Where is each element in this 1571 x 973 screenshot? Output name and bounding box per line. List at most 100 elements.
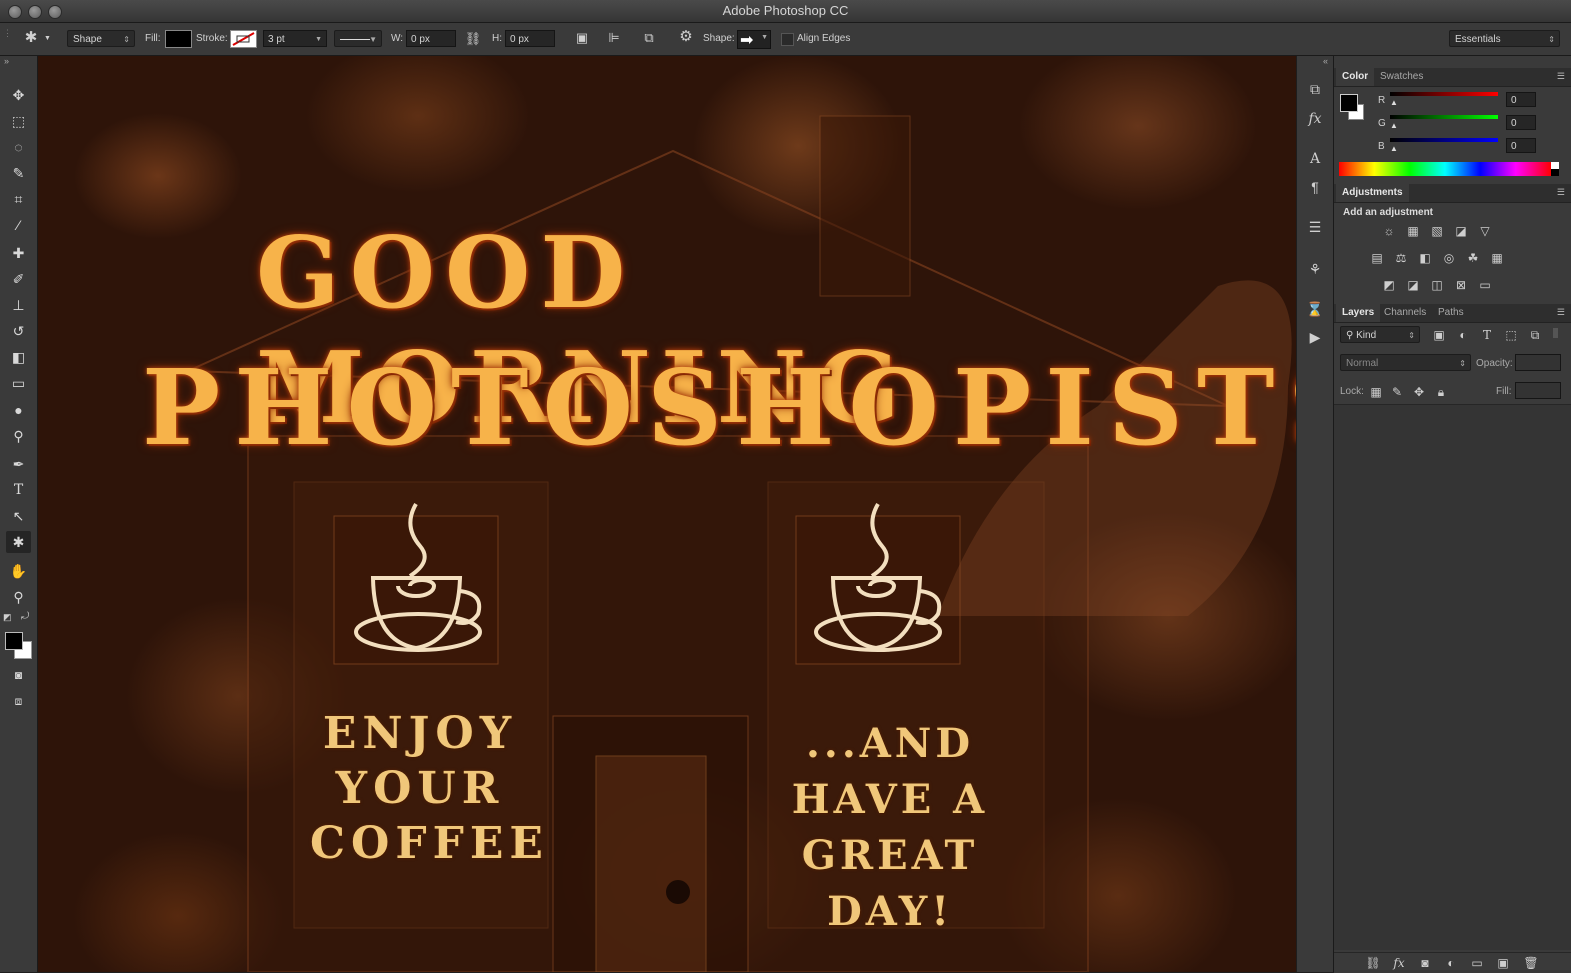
b-slider[interactable]: [1390, 138, 1498, 142]
tool-mode-select[interactable]: Shape ⇕: [67, 30, 135, 47]
expand-panel-icon[interactable]: »: [4, 56, 9, 66]
filter-shape-layers-icon[interactable]: ⬚: [1502, 327, 1520, 343]
new-group-icon[interactable]: ▭: [1468, 955, 1486, 971]
slider-thumb-icon[interactable]: ▲: [1390, 144, 1398, 153]
delete-layer-icon[interactable]: 🗑︎: [1522, 955, 1540, 971]
tool-preset-chevron-down-icon[interactable]: ▼: [44, 31, 51, 47]
align-edges-checkbox[interactable]: [781, 33, 794, 46]
left-message[interactable]: ENJOY YOUR COFFEE: [310, 706, 543, 871]
type-tool-icon[interactable]: T: [6, 479, 31, 501]
hue-saturation-icon[interactable]: ▤: [1368, 250, 1386, 266]
right-message[interactable]: ...AND HAVE A GREAT DAY!: [750, 716, 1030, 940]
layer-filter-kind-select[interactable]: ⚲ Kind ⇕: [1340, 326, 1420, 343]
color-balance-icon[interactable]: ⚖: [1392, 250, 1410, 266]
link-icon[interactable]: ⛓: [464, 31, 482, 47]
add-layer-style-icon[interactable]: fx: [1390, 955, 1408, 971]
spectrum-black[interactable]: [1551, 169, 1559, 176]
filter-pixel-layers-icon[interactable]: ▣: [1430, 327, 1448, 343]
quick-mask-icon[interactable]: ◙: [6, 664, 31, 686]
crop-tool-icon[interactable]: ⌗: [6, 188, 31, 210]
panel-menu-icon[interactable]: ☰: [1557, 187, 1565, 198]
pen-tool-icon[interactable]: ✒: [6, 453, 31, 475]
marquee-tool-icon[interactable]: ⬚: [6, 110, 31, 132]
spectrum-white[interactable]: [1551, 162, 1559, 169]
tab-adjustments[interactable]: Adjustments: [1336, 184, 1409, 202]
screen-mode-icon[interactable]: ⧈: [6, 690, 31, 712]
color-spectrum-ramp[interactable]: [1339, 162, 1551, 176]
gradient-tool-icon[interactable]: ▭: [6, 372, 31, 394]
tab-layers[interactable]: Layers: [1336, 304, 1381, 322]
exposure-icon[interactable]: ◪: [1452, 223, 1470, 239]
stroke-width-field[interactable]: 3 pt ▼: [263, 30, 327, 47]
path-operations-icon[interactable]: ▣: [573, 30, 591, 46]
brightness-contrast-icon[interactable]: ☼: [1380, 223, 1398, 239]
r-value-field[interactable]: 0: [1506, 92, 1536, 107]
slider-thumb-icon[interactable]: ▲: [1390, 121, 1398, 130]
eraser-tool-icon[interactable]: ◧: [6, 346, 31, 368]
selective-color-icon[interactable]: ⊠: [1452, 277, 1470, 293]
link-layers-icon[interactable]: ⛓: [1364, 955, 1382, 971]
document-canvas[interactable]: GOOD MORNING PHOTOSHOPISTS! ENJOY YOUR C…: [38, 56, 1296, 972]
fill-swatch[interactable]: [165, 30, 192, 48]
styles-fx-icon[interactable]: fx: [1303, 108, 1327, 130]
new-adjustment-layer-icon[interactable]: ◐: [1442, 955, 1460, 971]
character-icon[interactable]: A: [1303, 148, 1327, 170]
quick-selection-tool-icon[interactable]: ✎: [6, 162, 31, 184]
panel-menu-icon[interactable]: ☰: [1557, 71, 1565, 82]
layers-list[interactable]: [1334, 404, 1571, 950]
clone-stamp-tool-icon[interactable]: ⊥: [6, 294, 31, 316]
play-actions-icon[interactable]: ▶: [1303, 326, 1327, 348]
levels-icon[interactable]: ▦: [1404, 223, 1422, 239]
b-value-field[interactable]: 0: [1506, 138, 1536, 153]
filter-smart-objects-icon[interactable]: ⧉: [1526, 327, 1544, 343]
gear-icon[interactable]: ⚙: [677, 29, 695, 45]
vibrance-icon[interactable]: ▽: [1476, 223, 1494, 239]
gradient-map-icon[interactable]: ▭: [1476, 277, 1494, 293]
lock-image-pixels-icon[interactable]: ✎: [1388, 384, 1406, 400]
workspace-select[interactable]: Essentials ⇕: [1449, 30, 1560, 47]
add-mask-icon[interactable]: ◙: [1416, 955, 1434, 971]
headline-photoshopists[interactable]: PHOTOSHOPISTS!: [142, 346, 1296, 469]
fill-opacity-field[interactable]: [1515, 382, 1561, 399]
r-slider[interactable]: [1390, 92, 1498, 96]
paragraph-icon[interactable]: ¶: [1303, 176, 1327, 198]
filter-type-layers-icon[interactable]: T: [1478, 327, 1496, 343]
history-brush-tool-icon[interactable]: ↺: [6, 320, 31, 342]
stroke-type-select[interactable]: ▼: [334, 30, 382, 47]
tab-paths[interactable]: Paths: [1432, 304, 1470, 322]
stroke-swatch[interactable]: [230, 30, 257, 48]
opacity-field[interactable]: [1515, 354, 1561, 371]
panel-menu-icon[interactable]: ☰: [1557, 307, 1565, 318]
brush-tool-icon[interactable]: ✐: [6, 268, 31, 290]
lock-position-icon[interactable]: ✥: [1410, 384, 1428, 400]
tab-color[interactable]: Color: [1336, 68, 1375, 86]
path-selection-tool-icon[interactable]: ↖: [6, 505, 31, 527]
eyedropper-tool-icon[interactable]: ⁄: [6, 214, 31, 236]
slider-thumb-icon[interactable]: ▲: [1390, 98, 1398, 107]
photo-filter-icon[interactable]: ◎: [1440, 250, 1458, 266]
move-tool-icon[interactable]: ✥: [6, 84, 31, 106]
libraries-icon[interactable]: ⧉: [1303, 78, 1327, 100]
custom-shape-preset-icon[interactable]: ✱: [20, 30, 42, 46]
width-field[interactable]: 0 px: [406, 30, 456, 47]
collapse-dock-icon[interactable]: «: [1323, 56, 1328, 66]
invert-icon[interactable]: ◩: [1380, 277, 1398, 293]
lock-all-icon[interactable]: 🔒︎: [1432, 384, 1450, 400]
g-value-field[interactable]: 0: [1506, 115, 1536, 130]
history-icon[interactable]: ⌛: [1303, 298, 1327, 320]
default-colors-icon[interactable]: ◩: [3, 612, 12, 623]
dodge-tool-icon[interactable]: ⚲: [6, 425, 31, 447]
zoom-tool-icon[interactable]: ⚲: [6, 586, 31, 608]
path-alignment-icon[interactable]: ⊫: [605, 30, 623, 46]
color-lookup-icon[interactable]: ▦: [1488, 250, 1506, 266]
blur-tool-icon[interactable]: ●: [6, 399, 31, 421]
foreground-color-swatch[interactable]: [5, 632, 23, 650]
black-white-icon[interactable]: ◧: [1416, 250, 1434, 266]
swap-colors-icon[interactable]: ⤾: [21, 611, 29, 622]
custom-shape-tool-icon[interactable]: ✱: [6, 531, 31, 553]
color-panel-fg-swatch[interactable]: [1340, 94, 1358, 112]
healing-brush-tool-icon[interactable]: ✚: [6, 242, 31, 264]
tab-swatches[interactable]: Swatches: [1374, 68, 1429, 86]
threshold-icon[interactable]: ◫: [1428, 277, 1446, 293]
blend-mode-select[interactable]: Normal ⇕: [1340, 354, 1471, 371]
